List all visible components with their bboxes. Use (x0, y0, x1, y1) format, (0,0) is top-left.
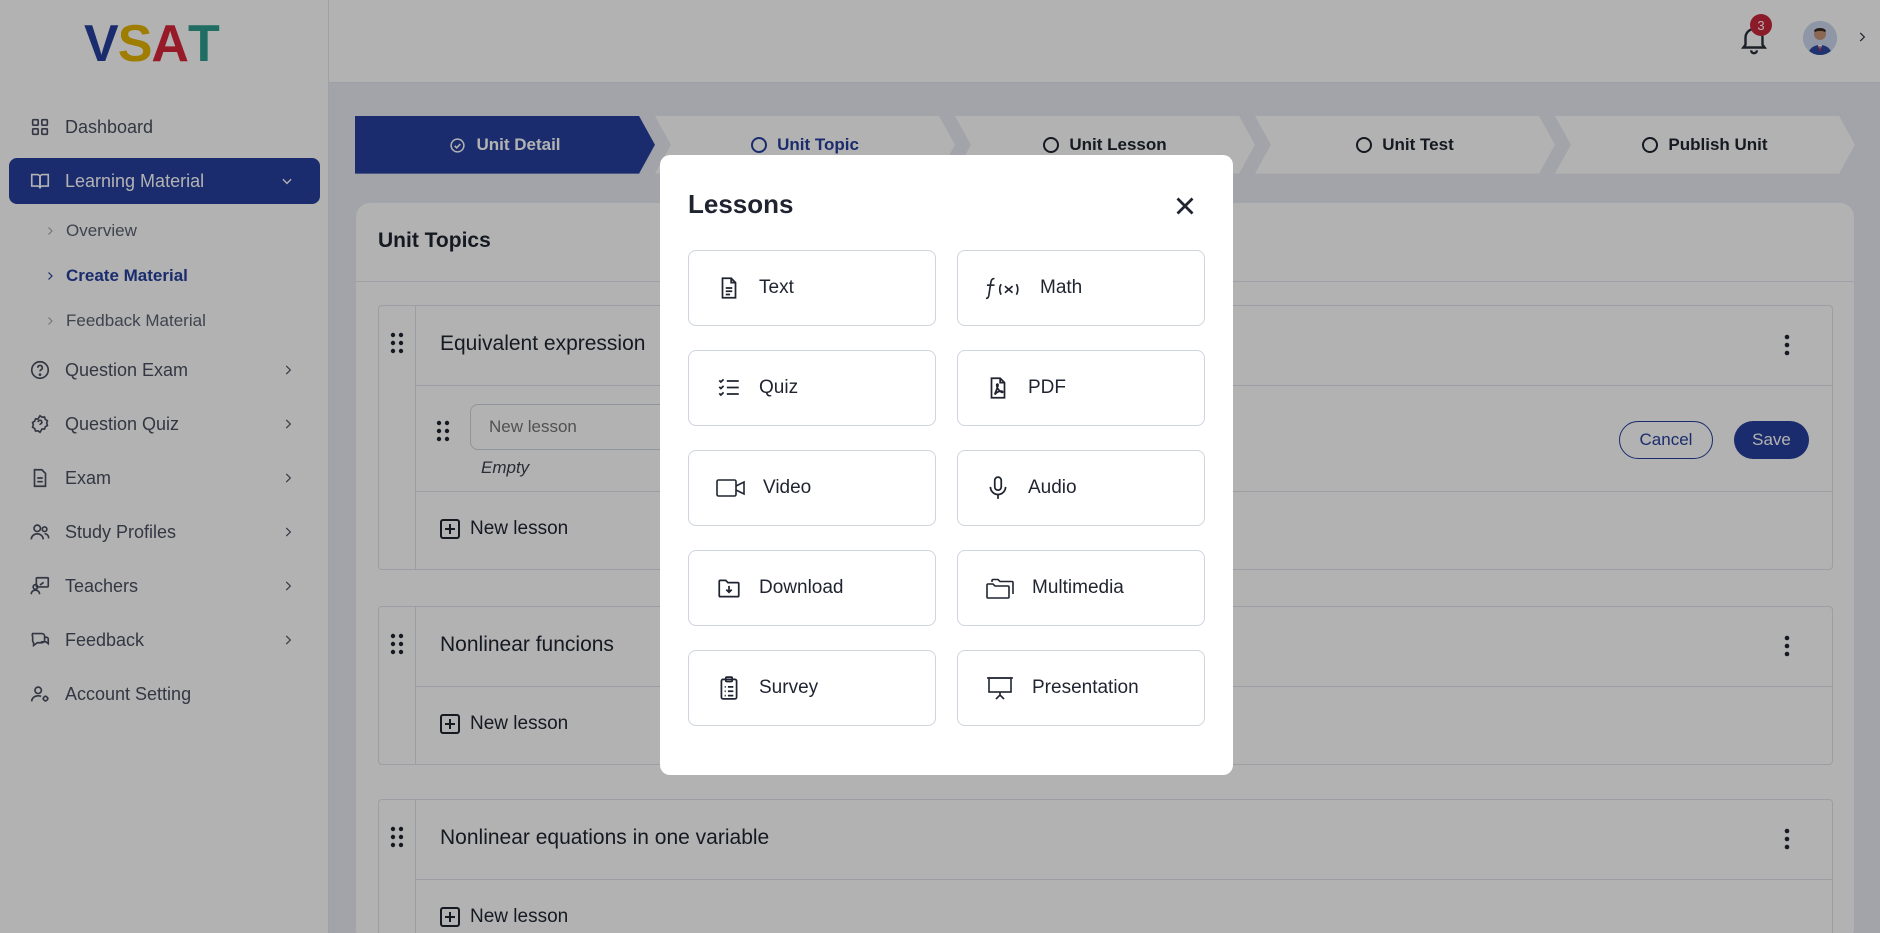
lesson-type-quiz[interactable]: Quiz (688, 350, 936, 426)
pdf-file-icon (984, 374, 1012, 402)
lesson-type-label: Text (759, 277, 794, 298)
lesson-type-label: Presentation (1032, 677, 1139, 698)
close-icon[interactable] (1170, 191, 1200, 221)
presentation-board-icon (984, 674, 1016, 702)
lessons-modal: Lessons Text Math Quiz PDF Video Audio D… (660, 155, 1233, 775)
lesson-type-label: PDF (1028, 377, 1066, 398)
lesson-type-video[interactable]: Video (688, 450, 936, 526)
clipboard-icon (715, 674, 743, 702)
function-icon (984, 274, 1024, 302)
folders-icon (984, 574, 1016, 602)
lesson-type-math[interactable]: Math (957, 250, 1205, 326)
microphone-icon (984, 474, 1012, 502)
modal-title: Lessons (688, 189, 794, 219)
lesson-type-label: Download (759, 577, 844, 598)
lesson-type-audio[interactable]: Audio (957, 450, 1205, 526)
lesson-type-label: Audio (1028, 477, 1077, 498)
lesson-type-label: Multimedia (1032, 577, 1124, 598)
lesson-type-label: Video (763, 477, 812, 498)
lesson-type-label: Survey (759, 677, 819, 698)
lesson-type-grid: Text Math Quiz PDF Video Audio Download (688, 250, 1205, 726)
lesson-type-label: Quiz (759, 377, 799, 398)
lesson-type-text[interactable]: Text (688, 250, 936, 326)
text-file-icon (715, 274, 743, 302)
download-folder-icon (715, 574, 743, 602)
lesson-type-multimedia[interactable]: Multimedia (957, 550, 1205, 626)
lesson-type-survey[interactable]: Survey (688, 650, 936, 726)
lesson-type-label: Math (1040, 277, 1083, 298)
lesson-type-presentation[interactable]: Presentation (957, 650, 1205, 726)
video-camera-icon (715, 474, 747, 502)
lesson-type-download[interactable]: Download (688, 550, 936, 626)
checklist-icon (715, 374, 743, 402)
lesson-type-pdf[interactable]: PDF (957, 350, 1205, 426)
